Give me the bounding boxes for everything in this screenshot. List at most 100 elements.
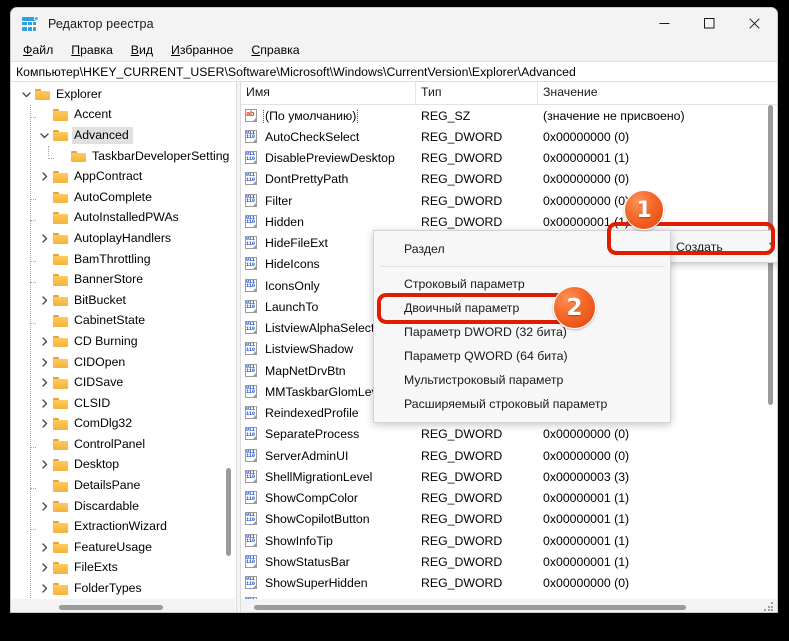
tree-item-advanced[interactable]: Advanced <box>11 125 217 146</box>
table-row[interactable]: 011 110 DisablePreviewDesktop REG_DWORD 0x00… <box>241 148 777 169</box>
chevron-right-icon[interactable] <box>37 416 52 432</box>
table-row[interactable]: 011 110 ShowCopilotButton REG_DWORD 0x000000… <box>241 509 777 530</box>
chevron-right-icon[interactable] <box>37 457 52 473</box>
menu-edit[interactable]: Правка <box>71 42 121 58</box>
column-header-value[interactable]: Значение <box>538 82 776 104</box>
table-row[interactable]: 011 110 ShowSuperHidden REG_DWORD 0x00000000… <box>241 573 777 594</box>
table-row[interactable]: 011 110 DontPrettyPath REG_DWORD 0x00000000 … <box>241 169 777 190</box>
table-row[interactable]: 011 110 ShowStatusBar REG_DWORD 0x00000001 (… <box>241 551 777 572</box>
chevron-down-icon[interactable] <box>19 86 34 102</box>
dword-value-icon: 011110 <box>245 299 260 314</box>
table-row[interactable]: 011 110 ShowInfoTip REG_DWORD 0x00000001 (1) <box>241 530 777 551</box>
cell-type: REG_SZ <box>421 108 471 123</box>
chevron-right-icon[interactable] <box>37 375 52 391</box>
list-horizontal-scrollbar[interactable] <box>241 599 777 612</box>
menu-help[interactable]: Справка <box>251 42 307 58</box>
tree-item-cd-burning[interactable]: CD Burning <box>11 331 217 352</box>
tree-item-autoplayhandlers[interactable]: AutoplayHandlers <box>11 228 217 249</box>
tree-connector-line <box>48 145 50 157</box>
menu-favorites[interactable]: Избранное <box>171 42 241 58</box>
chevron-right-icon[interactable] <box>37 333 52 349</box>
cell-value: 0x00000000 (0) <box>543 448 630 463</box>
tree-item-extractionwizard[interactable]: ExtractionWizard <box>11 516 217 537</box>
tree-item-controlpanel[interactable]: ControlPanel <box>11 434 217 455</box>
dword-value-icon: 011110 <box>245 321 260 335</box>
chevron-right-icon[interactable] <box>37 581 52 597</box>
chevron-right-icon[interactable] <box>37 539 52 555</box>
tree-item-label: Advanced <box>72 126 133 144</box>
table-row[interactable]: 011 110 Filter REG_DWORD 0x00000000 (0) <box>241 190 777 211</box>
chevron-right-icon[interactable] <box>37 395 52 411</box>
menu-view[interactable]: Вид <box>131 42 161 58</box>
tree-horizontal-scroll-thumb[interactable] <box>59 605 163 610</box>
menu-item-dword-32[interactable]: Параметр DWORD (32 бита) <box>374 320 670 344</box>
maximize-button[interactable] <box>687 8 732 39</box>
tree-item-cabinetstate[interactable]: CabinetState <box>11 311 217 332</box>
chevron-right-icon[interactable] <box>37 169 52 185</box>
tree-item-explorer[interactable]: Explorer <box>11 84 217 105</box>
tree-item-comdlg32[interactable]: ComDlg32 <box>11 414 217 435</box>
tree-item-appcontract[interactable]: AppContract <box>11 166 217 187</box>
tree-item-bannerstore[interactable]: BannerStore <box>11 269 217 290</box>
folder-icon <box>52 189 70 205</box>
registry-editor-window: Редактор реестра Файл Правка Вид Избранн… <box>10 7 778 613</box>
tree-item-fileexts[interactable]: FileExts <box>11 558 217 579</box>
menu-item-qword-64[interactable]: Параметр QWORD (64 бита) <box>374 344 670 368</box>
tree-vertical-scrollbar[interactable] <box>224 84 233 599</box>
cell-name: 011 110 DontPrettyPath <box>241 172 416 186</box>
table-row[interactable]: 011 110 ServerAdminUI REG_DWORD 0x00000000 (… <box>241 445 777 466</box>
table-row[interactable]: ab (По умолчанию) REG_SZ (значение не присв… <box>241 105 777 126</box>
address-bar[interactable]: Компьютер\HKEY_CURRENT_USER\Software\Mic… <box>11 61 777 82</box>
menu-item-string-value[interactable]: Строковый параметр <box>374 272 670 296</box>
step-badge-2: 2 <box>553 286 596 329</box>
tree-item-detailspane[interactable]: DetailsPane <box>11 475 217 496</box>
tree-horizontal-scrollbar[interactable] <box>11 599 235 612</box>
tree-item-taskbardevelopersetting[interactable]: TaskbarDeveloperSetting <box>11 146 229 167</box>
tree-item-bitbucket[interactable]: BitBucket <box>11 290 217 311</box>
folder-icon <box>52 416 70 432</box>
table-row[interactable]: 011 110 ShowCompColor REG_DWORD 0x00000001 (… <box>241 488 777 509</box>
tree-item-autoinstalledpwas[interactable]: AutoInstalledPWAs <box>11 208 217 229</box>
tree-item-discardable[interactable]: Discardable <box>11 496 217 517</box>
tree-item-foldertypes[interactable]: FolderTypes <box>11 578 217 599</box>
menu-file-label: айл <box>32 43 54 57</box>
tree-item-cidsave[interactable]: CIDSave <box>11 372 217 393</box>
tree-item-autocomplete[interactable]: AutoComplete <box>11 187 217 208</box>
chevron-right-icon[interactable] <box>37 560 52 576</box>
tree-item-desktop[interactable]: Desktop <box>11 455 217 476</box>
menu-item-expandable-string-value[interactable]: Расширяемый строковый параметр <box>374 392 670 416</box>
resize-grip-icon[interactable] <box>764 602 774 612</box>
list-horizontal-scroll-thumb[interactable] <box>254 605 686 610</box>
table-row[interactable]: 011 110 SeparateProcess REG_DWORD 0x00000000… <box>241 424 777 445</box>
tree-item-label: BitBucket <box>74 292 126 307</box>
cell-name-label: MMTaskbarGlomLevel <box>265 384 388 399</box>
tree-indent-spacer <box>37 272 52 288</box>
list-vertical-scrollbar[interactable] <box>765 105 776 599</box>
table-row[interactable]: 011 110 AutoCheckSelect REG_DWORD 0x00000000… <box>241 126 777 147</box>
tree-connector-line <box>30 219 36 222</box>
tree-item-accent[interactable]: Accent <box>11 105 217 126</box>
chevron-right-icon[interactable] <box>37 292 52 308</box>
chevron-right-icon[interactable] <box>37 354 52 370</box>
column-header-type[interactable]: Тип <box>416 82 538 104</box>
chevron-down-icon[interactable] <box>37 127 52 143</box>
tree-vertical-scroll-thumb[interactable] <box>226 468 231 556</box>
tree-item-bamthrottling[interactable]: BamThrottling <box>11 249 217 270</box>
tree-item-clsid[interactable]: CLSID <box>11 393 217 414</box>
tree-item-featureusage[interactable]: FeatureUsage <box>11 537 217 558</box>
cell-name: 011 110 DisablePreviewDesktop <box>241 151 416 165</box>
menu-item-key[interactable]: Раздел <box>374 237 670 261</box>
close-button[interactable] <box>732 8 777 39</box>
menu-item-multi-string-value[interactable]: Мультистроковый параметр <box>374 368 670 392</box>
menu-file[interactable]: Файл <box>23 42 61 58</box>
minimize-button[interactable] <box>642 8 687 39</box>
minimize-icon <box>659 23 670 24</box>
menu-item-binary-value[interactable]: Двоичный параметр <box>374 296 670 320</box>
chevron-right-icon[interactable] <box>37 498 52 514</box>
dword-value-icon: 011110 <box>245 491 260 505</box>
tree-item-cidopen[interactable]: CIDOpen <box>11 352 217 373</box>
table-row[interactable]: 011 110 ShellMigrationLevel REG_DWORD 0x0000… <box>241 466 777 487</box>
tree-item-label: FolderTypes <box>74 581 142 596</box>
column-header-name[interactable]: Имя <box>241 82 416 104</box>
chevron-right-icon[interactable] <box>37 230 52 246</box>
